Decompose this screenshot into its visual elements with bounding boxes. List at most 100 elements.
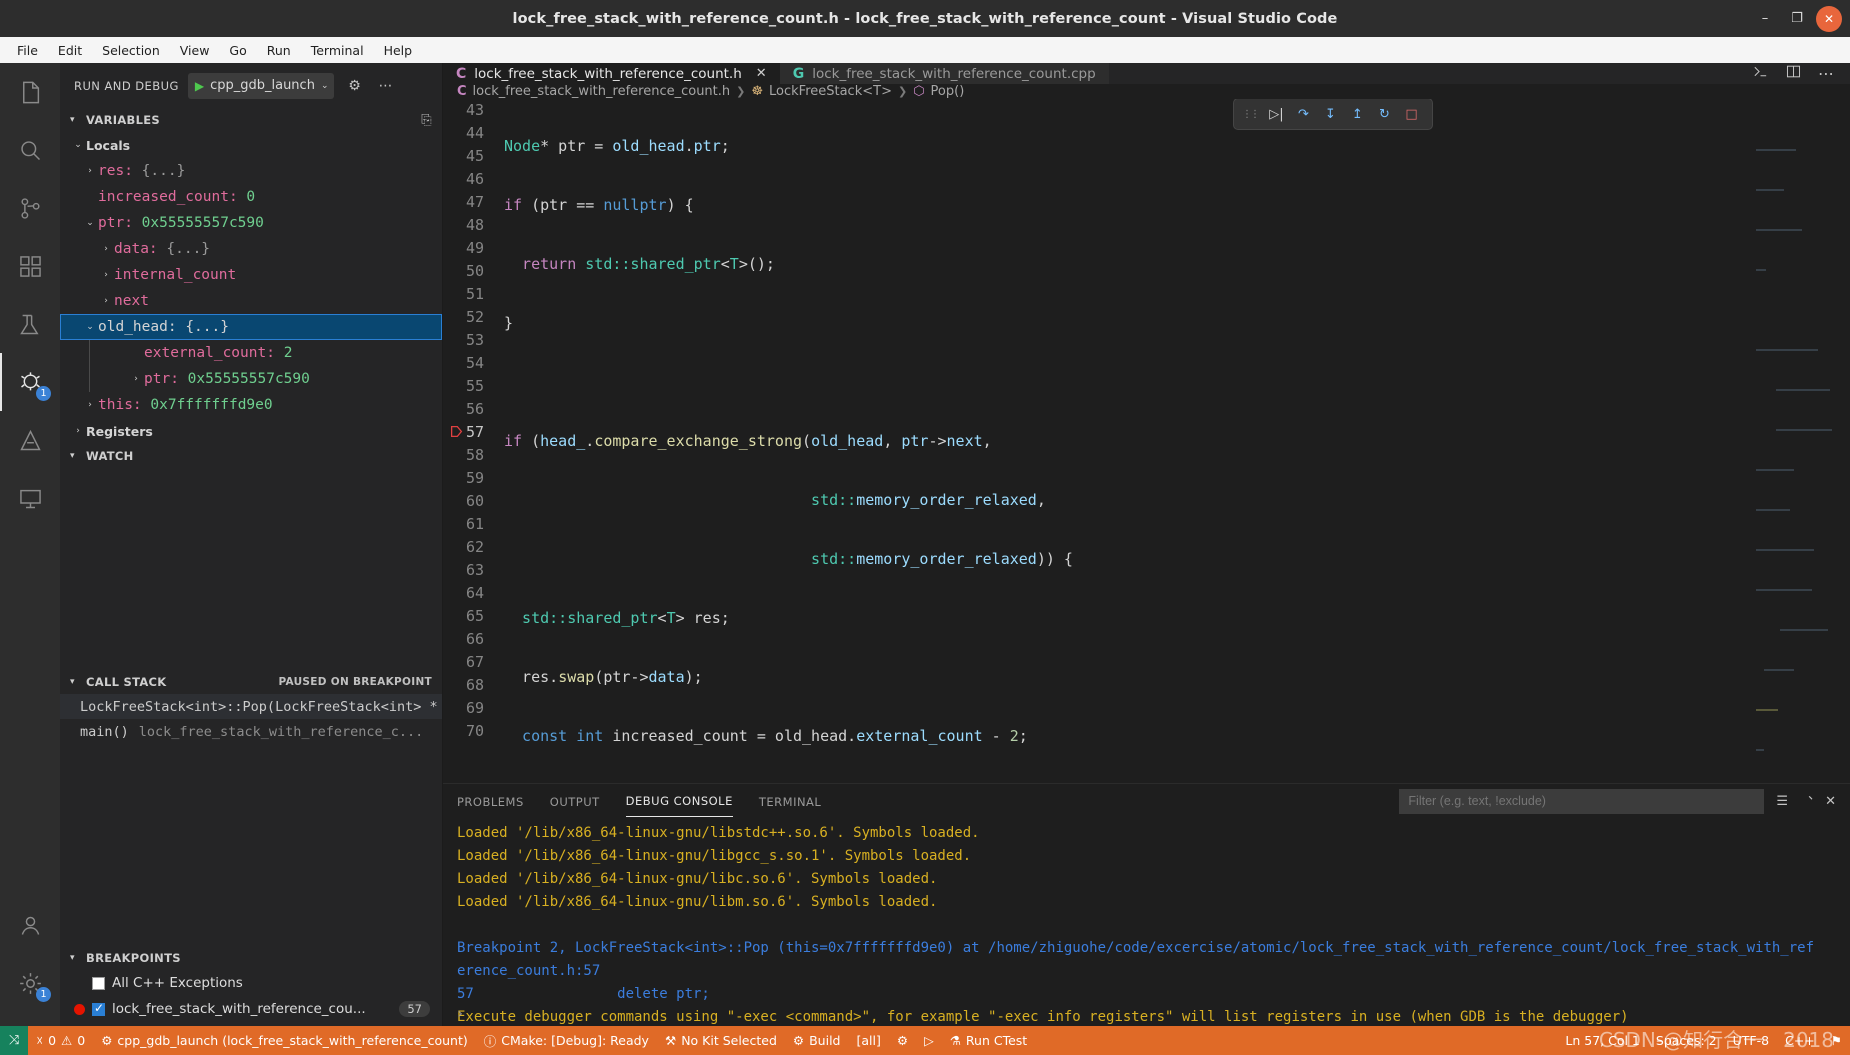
drag-handle-icon[interactable]: ⋮⋮ <box>1238 109 1262 120</box>
chevron-right-icon[interactable]: › <box>98 296 114 306</box>
activity-extensions[interactable] <box>0 237 60 295</box>
tab-debug-console[interactable]: DEBUG CONSOLE <box>625 785 733 818</box>
menu-file[interactable]: File <box>8 40 47 61</box>
encoding-status[interactable]: UTF-8 <box>1725 1026 1777 1055</box>
menu-go[interactable]: Go <box>220 40 255 61</box>
menu-selection[interactable]: Selection <box>93 40 169 61</box>
ctest-status[interactable]: ⚗ Run CTest <box>942 1026 1036 1055</box>
variable-row-old-head-ptr[interactable]: › ptr: 0x55555557c590 <box>89 366 442 392</box>
variable-row-next[interactable]: › next <box>60 288 442 314</box>
maximize-button[interactable]: ❐ <box>1784 6 1810 32</box>
close-button[interactable]: ✕ <box>1816 5 1842 32</box>
indentation-status[interactable]: Spaces: 2 <box>1648 1026 1725 1055</box>
kit-status[interactable]: ⚒ No Kit Selected <box>657 1026 785 1055</box>
tab-header-file[interactable]: C lock_free_stack_with_reference_count.h… <box>443 63 780 84</box>
step-into-button[interactable]: ↧ <box>1318 102 1343 127</box>
step-over-button[interactable]: ↷ <box>1291 102 1316 127</box>
variable-row-ptr[interactable]: ⌄ ptr: 0x55555557c590 <box>60 210 442 236</box>
debug-console-output[interactable]: Loaded '/lib/x86_64-linux-gnu/libstdc++.… <box>443 818 1850 1026</box>
menu-run[interactable]: Run <box>258 40 300 61</box>
chevron-right-icon[interactable]: › <box>128 374 144 384</box>
tab-terminal[interactable]: TERMINAL <box>759 786 821 817</box>
continue-button[interactable]: ▷| <box>1264 102 1289 127</box>
remote-indicator[interactable]: ⤨ <box>0 1026 29 1055</box>
watch-header[interactable]: ▾ WATCH <box>60 444 442 468</box>
variable-row-external-count[interactable]: external_count: 2 <box>89 340 442 366</box>
build-target-status[interactable]: [all] <box>849 1026 889 1055</box>
activity-explorer[interactable] <box>0 63 60 121</box>
split-editor-icon[interactable] <box>1785 63 1802 84</box>
breadcrumb-class[interactable]: LockFreeStack<T> <box>769 84 892 99</box>
breakpoint-marker-icon[interactable] <box>450 424 463 438</box>
start-debug-icon[interactable]: ▶ <box>195 79 204 93</box>
chevron-right-icon[interactable]: › <box>70 426 86 436</box>
chevron-down-icon[interactable]: ⌄ <box>70 140 86 150</box>
restart-button[interactable]: ↻ <box>1372 102 1397 127</box>
minimize-button[interactable]: – <box>1752 6 1778 32</box>
variable-row-this[interactable]: › this: 0x7fffffffd9e0 <box>60 392 442 418</box>
activity-testing[interactable] <box>0 295 60 353</box>
activity-search[interactable] <box>0 121 60 179</box>
chevron-up-icon[interactable]: ︑ <box>1800 792 1813 811</box>
close-icon[interactable]: ✕ <box>756 66 767 81</box>
console-prompt-icon[interactable]: › <box>443 1006 477 1022</box>
language-mode-status[interactable]: C++ <box>1777 1026 1823 1055</box>
variable-row-locals[interactable]: ⌄ Locals <box>60 132 442 158</box>
chevron-right-icon[interactable]: › <box>98 270 114 280</box>
menu-view[interactable]: View <box>171 40 219 61</box>
activity-account[interactable] <box>0 896 60 954</box>
menu-edit[interactable]: Edit <box>49 40 91 61</box>
cmake-run-status[interactable]: ▷ <box>916 1026 942 1055</box>
callstack-header[interactable]: ▾ CALL STACK PAUSED ON BREAKPOINT <box>60 670 442 694</box>
breakpoint-checkbox[interactable] <box>92 976 105 990</box>
breadcrumb-file[interactable]: lock_free_stack_with_reference_count.h <box>473 84 731 99</box>
close-panel-icon[interactable]: ✕ <box>1825 794 1836 809</box>
variable-row-data[interactable]: › data: {...} <box>60 236 442 262</box>
variable-row-registers[interactable]: › Registers <box>60 418 442 444</box>
activity-source-control[interactable] <box>0 179 60 237</box>
debug-settings-gear-icon[interactable]: ⚙ <box>343 78 365 94</box>
problems-status[interactable]: ☓ 0 ⚠ 0 <box>28 1026 93 1055</box>
code-text[interactable]: Node* ptr = old_head.ptr; if (ptr == nul… <box>498 99 1850 783</box>
variables-pane-icon[interactable]: ⎘ <box>421 113 432 128</box>
breakpoints-header[interactable]: ▾ BREAKPOINTS <box>60 946 442 970</box>
breakpoint-row-file[interactable]: lock_free_stack_with_reference_cou... 57 <box>60 996 442 1022</box>
debug-target-status[interactable]: ⚙ cpp_gdb_launch (lock_free_stack_with_r… <box>93 1026 476 1055</box>
clear-console-icon[interactable]: ☰ <box>1776 794 1788 809</box>
chevron-right-icon[interactable]: › <box>82 166 98 176</box>
activity-run-and-debug[interactable]: 1 <box>0 353 60 411</box>
variables-header[interactable]: ▾ VARIABLES ⎘ <box>60 108 442 132</box>
chevron-down-icon[interactable]: ⌄ <box>82 322 98 332</box>
menu-terminal[interactable]: Terminal <box>302 40 373 61</box>
more-actions-icon[interactable]: ⋯ <box>374 78 396 94</box>
more-actions-icon[interactable]: ⋯ <box>1818 64 1834 83</box>
breakpoint-row-exceptions[interactable]: All C++ Exceptions <box>60 970 442 996</box>
code-viewport[interactable]: ⋮⋮ ▷| ↷ ↧ ↥ ↻ □ 43 44 45 46 47 48 49 50 … <box>443 99 1850 783</box>
callstack-frame-pop[interactable]: LockFreeStack<int>::Pop(LockFreeStack<in… <box>60 694 442 719</box>
chevron-right-icon[interactable]: › <box>82 400 98 410</box>
launch-config-dropdown[interactable]: ▶ cpp_gdb_launch ⌄ <box>187 72 335 99</box>
variable-row-res[interactable]: › res: {...} <box>60 158 442 184</box>
notifications-status[interactable]: ⚑ <box>1823 1026 1850 1055</box>
breakpoint-checkbox[interactable] <box>92 1001 105 1016</box>
breakpoint-dot-icon[interactable] <box>74 1003 85 1015</box>
activity-settings[interactable]: 1 <box>0 954 60 1012</box>
cursor-position-status[interactable]: Ln 57, Col 1 <box>1557 1026 1648 1055</box>
variable-row-internal-count[interactable]: › internal_count <box>60 262 442 288</box>
build-status[interactable]: ⚙ Build <box>785 1026 849 1055</box>
activity-cmake[interactable] <box>0 411 60 469</box>
callstack-frame-main[interactable]: main() lock_free_stack_with_reference_c.… <box>60 719 442 744</box>
tab-cpp-file[interactable]: G lock_free_stack_with_reference_count.c… <box>779 63 1109 84</box>
breadcrumb-method[interactable]: Pop() <box>931 84 965 99</box>
cmake-debug-status[interactable]: ⚙ <box>889 1026 916 1055</box>
stop-button[interactable]: □ <box>1399 102 1424 127</box>
tab-output[interactable]: OUTPUT <box>550 786 600 817</box>
variable-row-increased-count[interactable]: increased_count: 0 <box>60 184 442 210</box>
console-filter-input[interactable] <box>1399 788 1765 814</box>
chevron-down-icon[interactable]: ⌄ <box>82 218 98 228</box>
chevron-right-icon[interactable]: › <box>98 244 114 254</box>
minimap[interactable] <box>1750 99 1850 783</box>
variable-row-old-head[interactable]: ⌄ old_head: {...} <box>60 314 442 340</box>
cmake-status[interactable]: ⓘ CMake: [Debug]: Ready <box>476 1026 657 1055</box>
tab-problems[interactable]: PROBLEMS <box>457 786 524 817</box>
